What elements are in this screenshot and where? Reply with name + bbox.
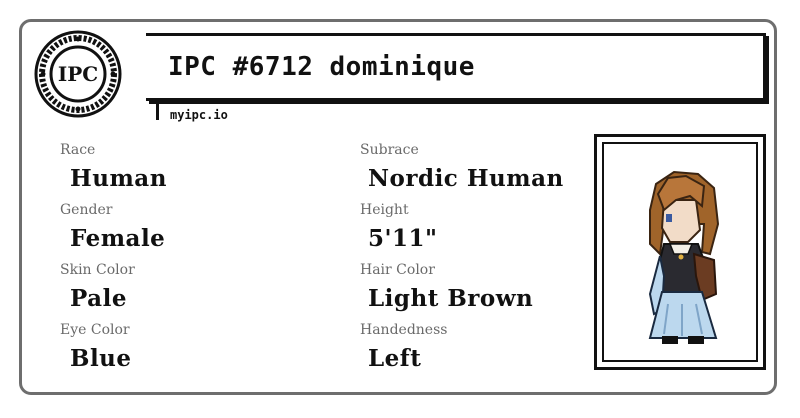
field-value-gender: Female [70, 225, 166, 252]
field-label-height: Height [360, 202, 409, 218]
field-label-hair-color: Hair Color [360, 262, 435, 278]
title-divider [156, 102, 165, 120]
title-banner: IPC #6712 dominique [146, 33, 766, 101]
field-label-handedness: Handedness [360, 322, 448, 338]
field-value-hair-color: Light Brown [368, 285, 534, 312]
field-value-subrace: Nordic Human [368, 165, 564, 192]
logo-text: IPC [58, 62, 98, 86]
field-label-eye-color: Eye Color [60, 322, 130, 338]
field-value-race: Human [70, 165, 167, 192]
field-label-gender: Gender [60, 202, 113, 218]
field-label-race: Race [60, 142, 96, 158]
field-value-height: 5'11" [368, 225, 438, 252]
field-value-skin-color: Pale [70, 285, 127, 312]
portrait-inner-frame [602, 142, 758, 362]
field-label-skin-color: Skin Color [60, 262, 135, 278]
page-title: IPC #6712 dominique [168, 52, 475, 82]
character-sprite-icon [648, 170, 720, 344]
site-link[interactable]: myipc.io [170, 108, 228, 122]
ipc-logo-icon: IPC [34, 30, 122, 118]
field-value-handedness: Left [368, 345, 422, 372]
field-label-subrace: Subrace [360, 142, 419, 158]
field-value-eye-color: Blue [70, 345, 132, 372]
portrait-frame [594, 134, 766, 370]
